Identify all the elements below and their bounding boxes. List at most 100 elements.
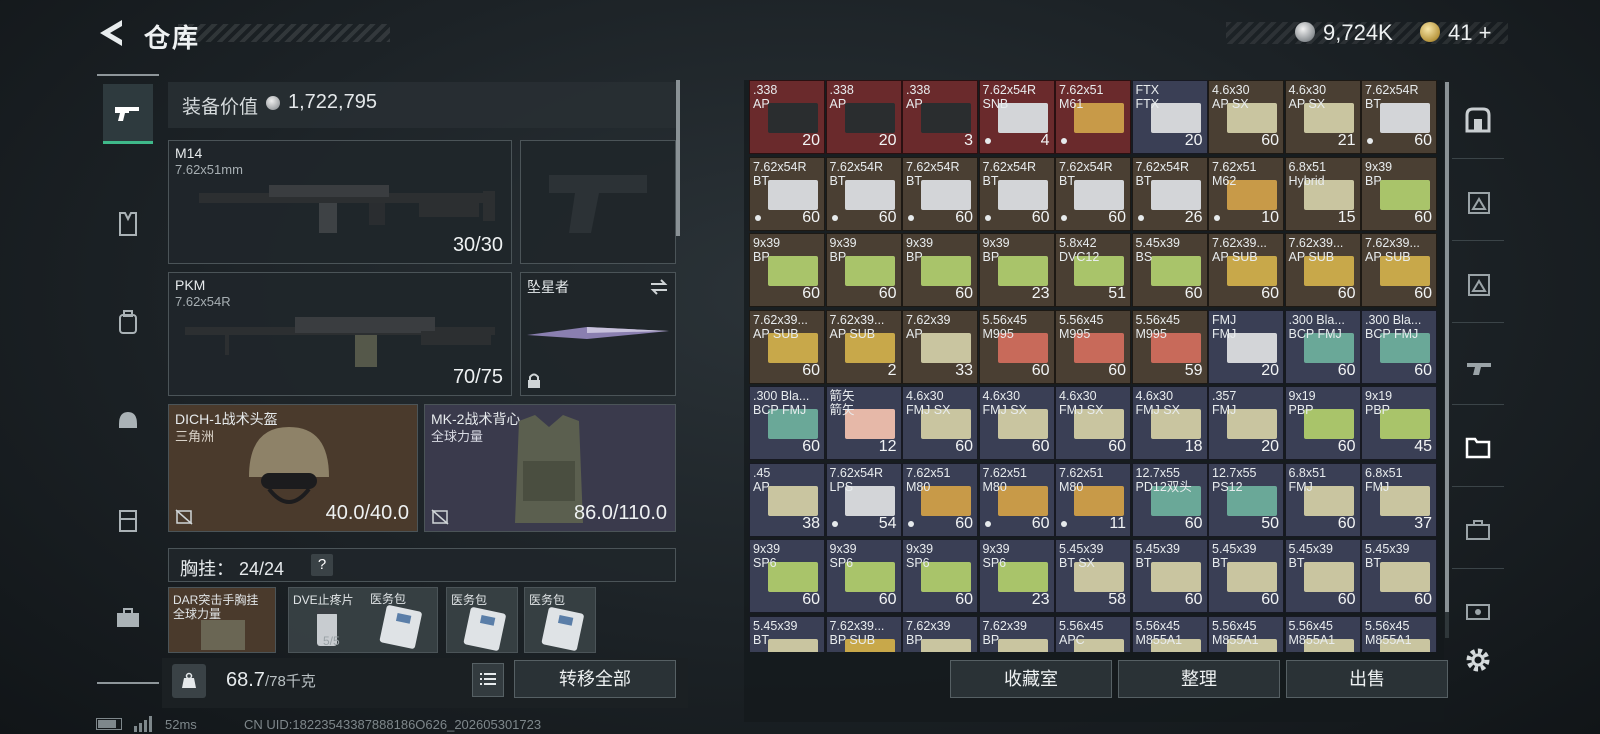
transfer-all-button[interactable]: 转移全部 (514, 660, 676, 698)
storage-item[interactable]: 4.6x30 FMJ SX 18 (1131, 386, 1208, 460)
storage-item[interactable]: 7.62x54R BT 60 (1055, 156, 1131, 231)
rnav-tier4-folder[interactable] (1458, 424, 1498, 468)
help-button[interactable]: ? (311, 554, 333, 576)
storage-item[interactable]: 9x39 SP6 23 (978, 539, 1055, 613)
rig-item-slot-3[interactable]: 医务包 (524, 587, 596, 653)
storage-item[interactable]: .300 Bla... BCP FMJ 60 (1361, 309, 1437, 384)
back-button[interactable] (96, 18, 126, 50)
storage-item[interactable]: 7.62x39 AP 33 (902, 309, 978, 384)
storage-item[interactable]: 6.8x51 Hybrid 15 (1284, 156, 1361, 231)
rnav-safebox[interactable] (1458, 98, 1498, 142)
storage-item[interactable]: 7.62x39 BP (978, 615, 1055, 652)
storage-item[interactable]: 7.62x51 M80 60 (978, 462, 1055, 537)
nav-toolbox[interactable] (103, 588, 153, 648)
storage-item[interactable]: 9x39 SP6 60 (749, 539, 825, 613)
chest-rig-slot[interactable]: DAR突击手胸挂 全球力量 (168, 587, 276, 653)
storage-item[interactable]: 5.45x39 BT SX 58 (1055, 539, 1131, 613)
storage-item[interactable]: 12.7x55 PD12双头 60 (1131, 462, 1208, 537)
storage-item[interactable]: 7.62x54R LPS 54 (825, 462, 902, 537)
pistol-slot[interactable] (520, 140, 676, 264)
rnav-tier3-gun[interactable] (1458, 344, 1498, 388)
sort-button[interactable]: 整理 (1118, 660, 1280, 698)
storage-item[interactable]: 5.56x45 M995 60 (978, 309, 1055, 384)
storage-item[interactable]: 7.62x39... AP SUB 60 (749, 309, 825, 384)
storage-item[interactable]: .338 AP 20 (825, 80, 902, 154)
storage-item[interactable]: 7.62x54R BT 60 (978, 156, 1055, 231)
storage-item[interactable]: .300 Bla... BCP FMJ 60 (1284, 309, 1361, 384)
storage-item[interactable]: 4.6x30 AP SX 60 (1208, 80, 1284, 154)
storage-item[interactable]: 7.62x39... AP SUB 60 (1361, 233, 1437, 307)
collection-room-button[interactable]: 收藏室 (950, 660, 1112, 698)
storage-item[interactable]: 7.62x54R BT 60 (902, 156, 978, 231)
storage-item[interactable]: 7.62x39 BP (902, 615, 978, 652)
rig-item-slot-1[interactable]: DVE止疼片 5/5 (288, 587, 438, 653)
storage-item[interactable]: 5.56x45 APC (1055, 615, 1131, 652)
nav-firearms[interactable] (103, 84, 153, 144)
storage-item[interactable]: 5.45x39 BT 60 (1284, 539, 1361, 613)
storage-item[interactable]: 9x39 SP6 60 (825, 539, 902, 613)
settings-button[interactable] (1460, 645, 1496, 681)
storage-item[interactable]: 7.62x39... AP SUB 60 (1208, 233, 1284, 307)
storage-item[interactable]: .338 AP 20 (749, 80, 825, 154)
sell-button[interactable]: 出售 (1286, 660, 1448, 698)
swap-icon[interactable] (649, 279, 669, 295)
storage-item[interactable]: 7.62x39... BP SUB (825, 615, 902, 652)
storage-item[interactable]: 7.62x39... AP SUB 2 (825, 309, 902, 384)
secondary-weapon-slot[interactable]: PKM 7.62x54R 70/75 (168, 272, 512, 396)
nav-chest-rig[interactable] (103, 490, 153, 550)
storage-scrollbar[interactable] (1445, 82, 1449, 612)
armor-slot[interactable]: MK-2战术背心 全球力量 86.0/110.0 (424, 404, 676, 532)
storage-item[interactable]: 6.8x51 FMJ 37 (1361, 462, 1437, 537)
storage-item[interactable]: .45 AP 38 (749, 462, 825, 537)
storage-item[interactable]: 7.62x51 M61 (1055, 80, 1131, 154)
storage-item[interactable]: FTX FTX 20 (1131, 80, 1208, 154)
storage-item[interactable]: 9x39 SP6 60 (902, 539, 978, 613)
nav-armor[interactable] (103, 194, 153, 254)
storage-item[interactable]: 12.7x55 PS12 50 (1208, 462, 1284, 537)
storage-item[interactable]: 7.62x39... AP SUB 60 (1284, 233, 1361, 307)
rnav-tier3-armor[interactable] (1458, 180, 1498, 224)
rnav-tier3-box[interactable] (1458, 262, 1498, 306)
storage-item[interactable]: 5.45x39 BT (749, 615, 825, 652)
storage-item[interactable]: .357 FMJ 20 (1208, 386, 1284, 460)
melee-slot[interactable]: 坠星者 (520, 272, 676, 396)
helmet-slot[interactable]: DICH-1战术头盔 三角洲 40.0/40.0 (168, 404, 418, 532)
storage-item[interactable]: 5.56x45 M855A1 (1361, 615, 1437, 652)
rnav-tier4-case[interactable] (1458, 588, 1498, 632)
storage-item[interactable]: 5.8x42 DVC12 51 (1055, 233, 1131, 307)
storage-item[interactable]: 4.6x30 FMJ SX 60 (902, 386, 978, 460)
storage-item[interactable]: 4.6x30 AP SX 21 (1284, 80, 1361, 154)
storage-item[interactable]: 5.56x45 M855A1 (1284, 615, 1361, 652)
storage-item[interactable]: 5.56x45 M995 59 (1131, 309, 1208, 384)
storage-item[interactable]: 9x19 PBP 60 (1284, 386, 1361, 460)
storage-item[interactable]: 4.6x30 FMJ SX 60 (978, 386, 1055, 460)
storage-item[interactable]: 7.62x54R BT 60 (825, 156, 902, 231)
nav-helmet[interactable] (103, 390, 153, 450)
add-currency-button[interactable]: + (1479, 20, 1492, 45)
storage-item[interactable]: 7.62x54R BT 60 (1361, 80, 1437, 154)
storage-item[interactable]: 9x39 BP 60 (1361, 156, 1437, 231)
storage-item[interactable]: 9x19 PBP 45 (1361, 386, 1437, 460)
equipment-scrollbar[interactable] (676, 80, 680, 236)
storage-item[interactable]: 7.62x51 M62 10 (1208, 156, 1284, 231)
storage-item[interactable]: 4.6x30 FMJ SX 60 (1055, 386, 1131, 460)
storage-item[interactable]: 9x39 BP 23 (978, 233, 1055, 307)
storage-item[interactable]: 5.45x39 BT 60 (1361, 539, 1437, 613)
storage-item[interactable]: 5.56x45 M995 60 (1055, 309, 1131, 384)
rig-item-slot-2[interactable]: 医务包 (446, 587, 518, 653)
storage-item[interactable]: 7.62x51 M80 11 (1055, 462, 1131, 537)
rnav-tier3-case[interactable] (1458, 508, 1498, 552)
storage-item[interactable]: .300 Bla... BCP FMJ 60 (749, 386, 825, 460)
storage-item[interactable]: 箭矢 箭矢 12 (825, 386, 902, 460)
storage-item[interactable]: 7.62x54R BT 60 (749, 156, 825, 231)
storage-item[interactable]: 7.62x54R SNB 4 (978, 80, 1055, 154)
storage-item[interactable]: 7.62x51 M80 60 (902, 462, 978, 537)
storage-item[interactable]: 5.45x39 BT 60 (1131, 539, 1208, 613)
storage-item[interactable]: 9x39 BP 60 (825, 233, 902, 307)
storage-item[interactable]: 5.45x39 BT 60 (1208, 539, 1284, 613)
storage-item[interactable]: 9x39 BP 60 (902, 233, 978, 307)
gold-currency-amount[interactable]: 41 + (1448, 20, 1491, 46)
storage-item[interactable]: 7.62x54R BT 26 (1131, 156, 1208, 231)
storage-item[interactable]: 5.56x45 M855A1 (1208, 615, 1284, 652)
list-view-button[interactable] (472, 663, 504, 697)
